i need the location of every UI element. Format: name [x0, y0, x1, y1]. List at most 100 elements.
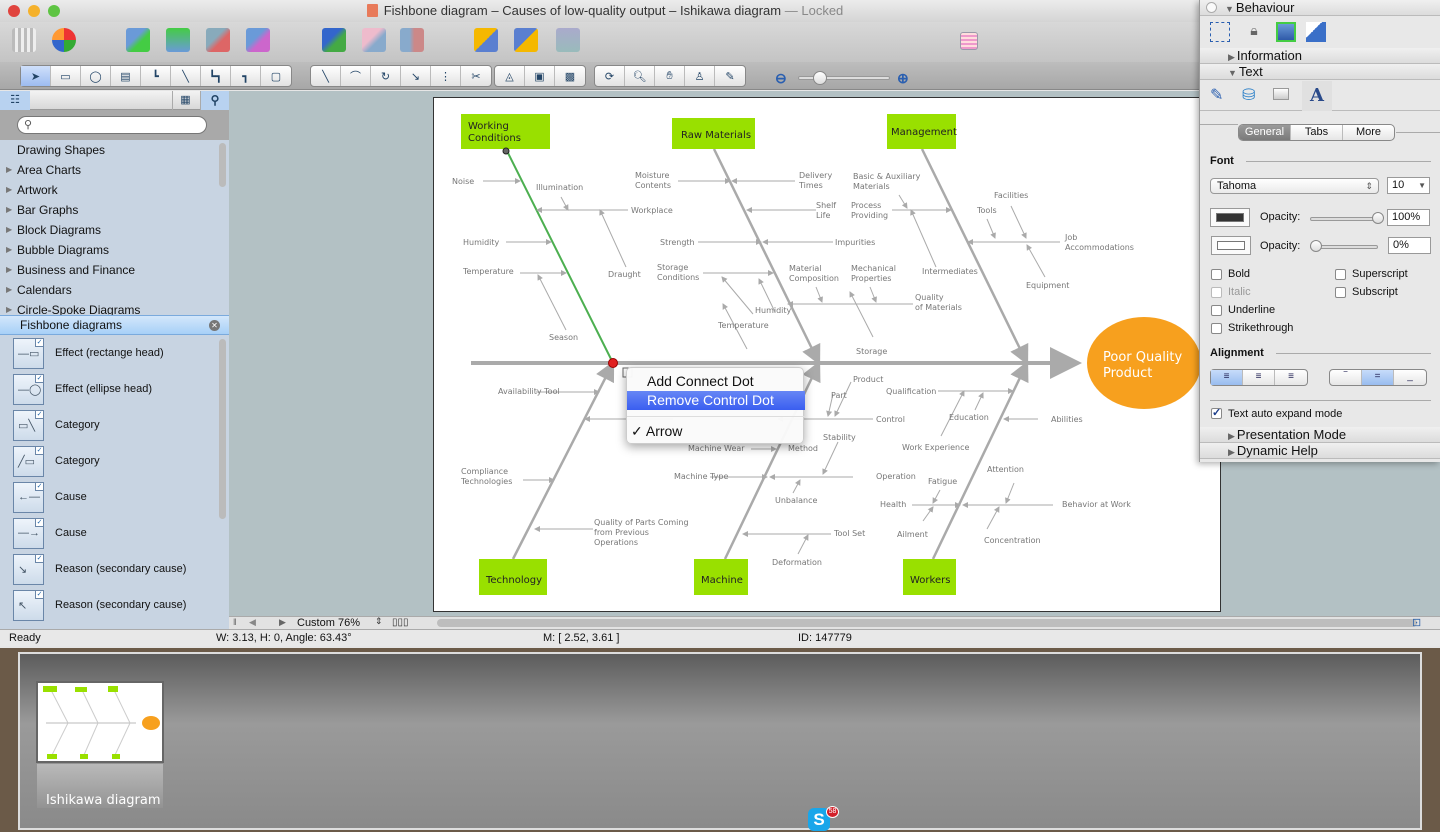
align-bottom-icon[interactable]: _ — [1394, 370, 1426, 385]
cause-label[interactable]: Material Composition — [789, 264, 839, 283]
category-management[interactable]: Management — [887, 114, 957, 149]
crop-tool[interactable]: ▣ — [525, 66, 555, 86]
align-top-icon[interactable]: ‾ — [1330, 370, 1362, 385]
refresh-tool[interactable]: ⟳ — [595, 66, 625, 86]
library-shape[interactable]: —▭ ✓ Effect (rectange head) — [0, 336, 218, 372]
shadow-icon[interactable] — [1273, 88, 1289, 100]
cause-label[interactable]: Impurities — [835, 238, 875, 247]
font-family-select[interactable]: Tahoma ⇕ — [1210, 178, 1379, 194]
library-category[interactable]: Drawing Shapes — [0, 140, 218, 160]
cause-label[interactable]: Education — [949, 413, 989, 422]
underline-checkbox[interactable] — [1211, 305, 1222, 316]
cause-label[interactable]: Shelf Life — [816, 201, 836, 220]
fill-opacity-field[interactable]: 0% — [1388, 237, 1431, 254]
cause-label[interactable]: Workplace — [631, 206, 673, 215]
tree-view-icon[interactable]: ☷ — [0, 91, 30, 110]
section-text[interactable]: ▼ Text — [1200, 64, 1440, 80]
cause-label[interactable]: Operation — [876, 472, 916, 481]
cause-label[interactable]: Basic & Auxiliary Materials — [853, 172, 921, 191]
control-dot[interactable] — [608, 358, 618, 368]
cause-label[interactable]: Tool Set — [833, 529, 865, 538]
cause-label[interactable]: Job Accommodations — [1064, 233, 1134, 252]
cause-label[interactable]: Machine Wear — [688, 444, 745, 453]
cause-label[interactable]: Noise — [452, 177, 474, 186]
library-category[interactable]: ▶ Business and Finance — [0, 260, 218, 280]
subscript-checkbox[interactable] — [1335, 287, 1346, 298]
library-shape[interactable]: ↘ ✓ Reason (secondary cause) — [0, 552, 218, 588]
rotate-tool[interactable]: ◬ — [495, 66, 525, 86]
menu-item-add-connect-dot[interactable]: Add Connect Dot — [627, 372, 805, 391]
menu-item-arrow[interactable]: ✓ Arrow — [627, 422, 805, 441]
cause-label[interactable]: Deformation — [772, 558, 822, 567]
cause-label[interactable]: Concentration — [984, 536, 1041, 545]
menu-item-remove-control-dot[interactable]: Remove Control Dot — [627, 391, 805, 410]
bone-management[interactable] — [920, 148, 1029, 366]
cause-label[interactable]: Product — [853, 375, 883, 384]
fill-opacity-knob[interactable] — [1310, 240, 1322, 252]
disclosure-triangle-icon[interactable]: ▶ — [6, 240, 12, 260]
cause-label[interactable]: Tools — [976, 206, 997, 215]
connect-object-icon[interactable] — [1306, 22, 1326, 42]
fishbone-diagram[interactable]: Working Conditions Raw Materials Managem… — [433, 97, 1221, 612]
stamp-tool[interactable]: ♙ — [685, 66, 715, 86]
cause-label[interactable]: Work Experience — [902, 443, 969, 452]
zoom-slider[interactable] — [798, 76, 890, 80]
zoom-in-icon[interactable]: ⊕ — [897, 70, 909, 87]
fill-bucket-icon[interactable]: ⛁ — [1242, 85, 1255, 105]
page-view-icon[interactable]: ▯▯▯ — [392, 617, 409, 628]
library-category[interactable]: ▶ Calendars — [0, 280, 218, 300]
prev-page-button[interactable]: ◀ — [249, 617, 256, 628]
page-thumbnail-label[interactable]: Ishikawa diagram — [46, 793, 161, 808]
category-technology[interactable]: Technology — [479, 559, 547, 595]
start-handle[interactable] — [502, 147, 510, 155]
bone-workers[interactable] — [931, 360, 1029, 560]
zoom-slider-knob[interactable] — [813, 71, 827, 85]
cause-label[interactable]: Delivery Times — [798, 171, 832, 190]
text-opacity-field[interactable]: 100% — [1387, 209, 1430, 226]
minimize-window-button[interactable] — [28, 5, 40, 17]
zoom-stepper-icon[interactable]: ⇕ — [375, 616, 383, 627]
cause-label[interactable]: Compliance Technologies — [460, 467, 512, 486]
library-shape[interactable]: —→ ✓ Cause — [0, 516, 218, 552]
zoom-out-icon[interactable]: ⊖ — [775, 70, 787, 87]
tab-more[interactable]: More — [1343, 125, 1394, 140]
bone-working-conditions[interactable] — [505, 148, 614, 364]
align-icon[interactable] — [362, 28, 386, 52]
auto-expand-checkbox[interactable]: ✓ — [1211, 408, 1222, 419]
cause-label[interactable]: Part — [831, 391, 847, 400]
zoom-select[interactable]: Custom 76% — [297, 617, 360, 629]
library-shape[interactable]: —◯ ✓ Effect (ellipse head) — [0, 372, 218, 408]
text-opacity-slider[interactable] — [1310, 217, 1378, 221]
effect-ellipse[interactable]: Poor Quality Product — [1087, 317, 1201, 409]
cause-label[interactable]: Strength — [660, 238, 695, 247]
bold-checkbox[interactable] — [1211, 269, 1222, 280]
cause-label[interactable]: Season — [549, 333, 578, 342]
align-center-icon[interactable]: ≡ — [1243, 370, 1275, 385]
zoom-tool[interactable]: 🔍︎ — [625, 66, 655, 86]
cause-label[interactable]: Behavior at Work — [1062, 500, 1131, 509]
library-search-input[interactable] — [17, 116, 207, 134]
cause-label[interactable]: Quality of Parts Coming from Previous Oper… — [594, 518, 689, 547]
disclosure-triangle-icon[interactable]: ▶ — [6, 220, 12, 240]
cause-label[interactable]: Humidity — [755, 306, 792, 315]
library-category[interactable]: ▶ Block Diagrams — [0, 220, 218, 240]
panel-toggle-icon[interactable] — [1206, 2, 1217, 13]
cause-label[interactable]: Facilities — [994, 191, 1028, 200]
grid-icon[interactable] — [12, 28, 36, 52]
direct-connector-tool[interactable]: ╲ — [171, 66, 201, 86]
cause-label[interactable]: Qualification — [886, 387, 936, 396]
category-working-conditions[interactable]: Working Conditions — [461, 114, 550, 149]
split-handle-icon[interactable]: ‖ — [233, 617, 237, 627]
cause-label[interactable]: Fatigue — [928, 477, 957, 486]
strikethrough-checkbox[interactable] — [1211, 323, 1222, 334]
cause-label[interactable]: Humidity — [463, 238, 500, 247]
search-view-icon[interactable]: ⚲ — [200, 91, 229, 110]
cause-label[interactable]: Mechanical Properties — [851, 264, 896, 283]
cause-label[interactable]: Process Providing — [851, 201, 888, 220]
flow-layout-icon[interactable] — [246, 28, 270, 52]
section-dynamic-help[interactable]: ▶ Dynamic Help — [1200, 443, 1440, 459]
cause-label[interactable]: Moisture Contents — [635, 171, 671, 190]
color-wheel-icon[interactable] — [52, 28, 76, 52]
section-presentation-mode[interactable]: ▶ Presentation Mode — [1200, 427, 1440, 443]
fit-page-icon[interactable]: ⊡ — [1412, 616, 1421, 629]
